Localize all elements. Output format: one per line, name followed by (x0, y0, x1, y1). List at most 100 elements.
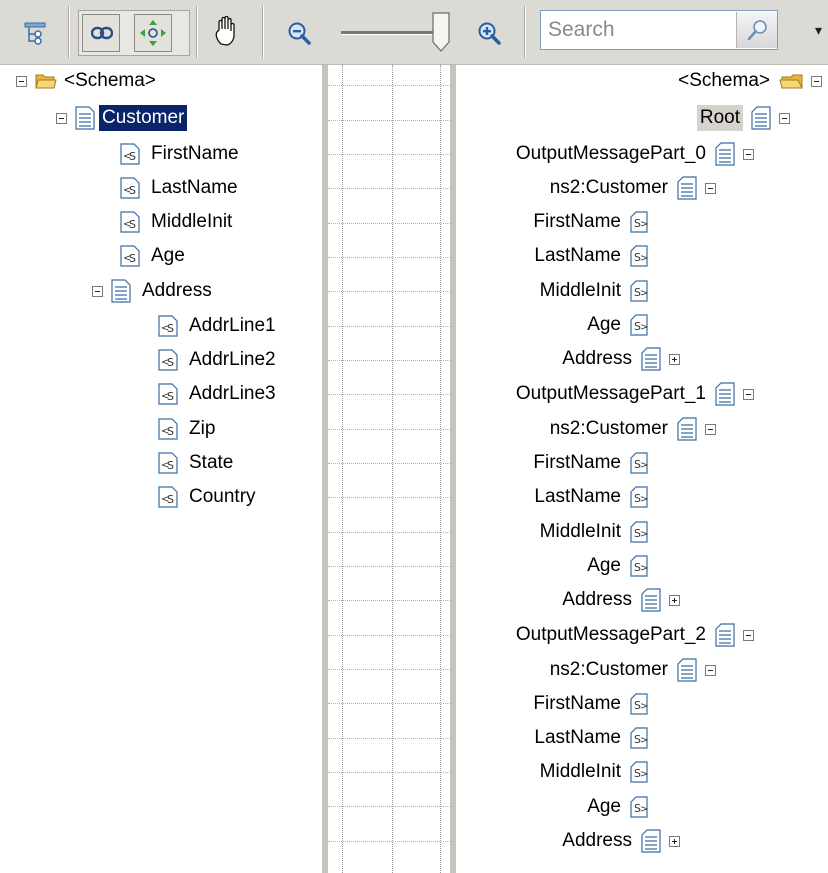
tree-node-field[interactable]: < S FirstName (120, 139, 242, 169)
tree-node-address[interactable]: Address (559, 344, 680, 374)
tree-node-field[interactable]: < S State (158, 448, 236, 478)
zoom-slider-thumb[interactable] (432, 12, 450, 52)
tree-node-field[interactable]: < S Country (158, 482, 259, 512)
field-element-icon: < S (158, 383, 178, 405)
pan-hand-icon[interactable] (212, 16, 242, 48)
source-schema-tree: <Schema> Customer < S FirstName < S Last… (0, 65, 328, 873)
tree-node-field[interactable]: Age S > (584, 310, 648, 340)
zoom-out-icon[interactable] (288, 22, 312, 46)
tree-node-address[interactable]: Address (559, 585, 680, 615)
fit-view-button[interactable] (134, 14, 172, 52)
tree-node-ns2-customer[interactable]: ns2:Customer (547, 655, 716, 685)
tree-node-field[interactable]: < S AddrLine2 (158, 345, 279, 375)
svg-text:>: > (640, 288, 648, 299)
collapse-icon[interactable] (811, 75, 822, 87)
tree-node-output-part[interactable]: OutputMessagePart_2 (513, 620, 754, 650)
tree-node-field[interactable]: Age S > (584, 551, 648, 581)
address-label: Address (562, 589, 632, 610)
field-element-icon: < S (120, 211, 140, 233)
collapse-icon[interactable] (743, 388, 754, 400)
record-icon (751, 106, 771, 130)
collapse-icon[interactable] (743, 629, 754, 641)
tree-node-field[interactable]: < S MiddleInit (120, 207, 235, 237)
tree-node-root[interactable]: Root (696, 103, 790, 133)
field-label: MiddleInit (539, 521, 621, 542)
svg-text:>: > (640, 769, 648, 780)
field-element-icon: S > (630, 761, 648, 783)
tree-node-field[interactable]: MiddleInit S > (537, 757, 648, 787)
zoom-slider-track[interactable] (341, 31, 435, 35)
svg-text:>: > (640, 735, 648, 746)
tree-node-field[interactable]: < S Zip (158, 414, 218, 444)
svg-text:>: > (640, 563, 648, 574)
tree-node-field[interactable]: < S AddrLine1 (158, 311, 279, 341)
tree-node-field[interactable]: < S Age (120, 241, 188, 271)
link-button[interactable] (82, 14, 120, 52)
search-placeholder: Search (548, 18, 615, 41)
field-element-icon: < S (120, 177, 140, 199)
tree-view-icon[interactable] (24, 22, 48, 48)
svg-text:>: > (640, 322, 648, 333)
more-options-icon[interactable]: ▾ (815, 22, 822, 39)
svg-text:>: > (640, 494, 648, 505)
record-icon (677, 417, 697, 441)
collapse-icon[interactable] (56, 112, 67, 124)
tree-node-ns2-customer[interactable]: ns2:Customer (547, 173, 716, 203)
collapse-icon[interactable] (705, 182, 716, 194)
tree-node-source-schema[interactable]: <Schema> (16, 66, 159, 96)
svg-text:>: > (640, 219, 648, 230)
collapse-icon[interactable] (705, 664, 716, 676)
address-label: Address (562, 830, 632, 851)
record-icon (715, 382, 735, 406)
mapper-toolbar: Search ▾ (0, 0, 828, 65)
field-label: Country (189, 486, 256, 507)
collapse-icon[interactable] (16, 75, 27, 87)
field-label: Age (151, 245, 185, 266)
expand-icon[interactable] (669, 594, 680, 606)
collapse-icon[interactable] (92, 285, 103, 297)
tree-node-field[interactable]: FirstName S > (530, 689, 648, 719)
destination-schema-tree: <Schema> Root OutputMessagePart_0 ns2:Cu… (456, 65, 828, 873)
tree-node-field[interactable]: MiddleInit S > (537, 517, 648, 547)
expand-icon[interactable] (669, 835, 680, 847)
zoom-in-icon[interactable] (478, 22, 502, 46)
tree-node-output-part[interactable]: OutputMessagePart_0 (513, 139, 754, 169)
collapse-icon[interactable] (705, 423, 716, 435)
svg-text:S: S (167, 322, 174, 335)
search-button[interactable] (736, 12, 777, 48)
tree-node-dest-schema[interactable]: <Schema> (675, 66, 822, 96)
ns2-customer-label: ns2:Customer (549, 177, 668, 198)
tree-node-customer[interactable]: Customer (56, 103, 188, 133)
mapping-grid[interactable] (322, 65, 456, 873)
field-element-icon: S > (630, 727, 648, 749)
tree-node-ns2-customer[interactable]: ns2:Customer (547, 414, 716, 444)
tree-node-field[interactable]: MiddleInit S > (537, 276, 648, 306)
tree-node-field[interactable]: FirstName S > (530, 207, 648, 237)
tree-node-output-part[interactable]: OutputMessagePart_1 (513, 379, 754, 409)
tree-node-field[interactable]: FirstName S > (530, 448, 648, 478)
tree-node-field[interactable]: Age S > (584, 792, 648, 822)
field-label: Age (587, 314, 621, 335)
tree-node-address[interactable]: Address (92, 276, 215, 306)
svg-text:>: > (640, 253, 648, 264)
field-label: AddrLine2 (189, 349, 276, 370)
field-element-icon: S > (630, 796, 648, 818)
svg-text:>: > (640, 804, 648, 815)
tree-node-field[interactable]: < S LastName (120, 173, 241, 203)
tree-node-field[interactable]: LastName S > (531, 482, 648, 512)
collapse-icon[interactable] (743, 148, 754, 160)
collapse-icon[interactable] (779, 112, 790, 124)
svg-text:S: S (167, 425, 174, 438)
record-icon (75, 106, 95, 130)
tree-node-field[interactable]: LastName S > (531, 723, 648, 753)
tree-node-address[interactable]: Address (559, 826, 680, 856)
field-element-icon: < S (158, 486, 178, 508)
tree-node-field[interactable]: LastName S > (531, 241, 648, 271)
field-label: FirstName (533, 211, 621, 232)
field-element-icon: S > (630, 452, 648, 474)
expand-icon[interactable] (669, 353, 680, 365)
record-icon (641, 588, 661, 612)
field-label: FirstName (151, 143, 239, 164)
svg-text:>: > (640, 529, 648, 540)
tree-node-field[interactable]: < S AddrLine3 (158, 379, 279, 409)
